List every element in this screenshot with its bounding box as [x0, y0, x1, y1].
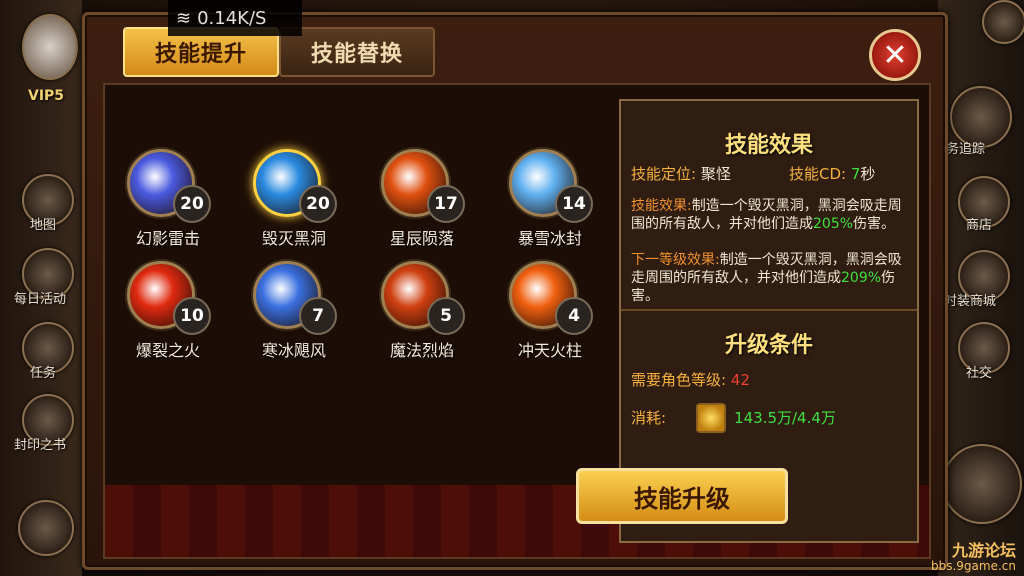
skill-name: 毁灭黑洞	[261, 229, 326, 248]
skill-slot[interactable]: 17 星辰陨落	[377, 145, 487, 255]
hud-label-fashion: 时装商城	[944, 294, 997, 309]
hud-label-daily: 每日活动	[14, 292, 67, 307]
cd-unit: 秒	[860, 165, 876, 183]
skill-name: 冲天火柱	[517, 341, 582, 360]
skill-slot[interactable]: 10 爆裂之火	[123, 257, 233, 367]
position-label: 技能定位:	[631, 165, 697, 183]
skill-level-badge: 17	[427, 185, 465, 223]
skill-slot[interactable]: 5 魔法烈焰	[377, 257, 487, 367]
skill-name: 暴雪冰封	[517, 229, 582, 248]
skill-position-row: 技能定位: 聚怪 技能CD: 7秒	[631, 165, 907, 183]
skill-slot[interactable]: 4 冲天火柱	[505, 257, 615, 367]
upgrade-title: 升级条件	[724, 333, 813, 358]
network-speed: 0.14K/S	[197, 7, 267, 29]
skill-slot[interactable]: 14 暴雪冰封	[505, 145, 615, 255]
watermark-url: bbs.9game.cn	[931, 559, 1016, 573]
skill-level-badge: 14	[555, 185, 593, 223]
effect-label: 技能效果:	[631, 198, 692, 214]
section-divider	[621, 309, 917, 311]
cd-value: 7	[850, 165, 861, 183]
skill-slot[interactable]: 20 幻影雷击	[123, 145, 233, 255]
next-percent: 209%	[841, 270, 882, 286]
cost-row: 消耗: 143.5万/4.4万	[631, 403, 907, 433]
forum-watermark: 九游论坛 bbs.9game.cn	[931, 541, 1016, 573]
skill-slot[interactable]: 7 寒冰飓风	[249, 257, 359, 367]
skill-name: 幻影雷击	[135, 229, 200, 248]
effect-text-end: 伤害。	[853, 216, 896, 232]
tab-skill-replace[interactable]: 技能替换	[279, 27, 435, 77]
effect-percent: 205%	[813, 216, 854, 232]
level-requirement: 需要角色等级: 42	[631, 371, 907, 389]
skill-name: 星辰陨落	[389, 229, 454, 248]
effect-description: 技能效果:制造一个毁灭黑洞，黑洞会吸走周围的所有敌人，并对他们造成205%伤害。	[631, 197, 907, 233]
hud-label-seal: 封印之书	[14, 438, 67, 453]
chat-icon[interactable]	[18, 500, 74, 556]
right-hud: 务追踪 商店 时装商城 社交	[938, 0, 1024, 576]
left-hud: VIP5 地图 每日活动 任务 封印之书	[0, 0, 82, 576]
cost-value: 143.5万/4.4万	[734, 409, 836, 427]
level-req-value: 42	[730, 371, 750, 389]
wifi-icon: ≋	[176, 7, 192, 29]
next-label: 下一等级效果:	[631, 252, 720, 268]
skill-name: 爆裂之火	[135, 341, 200, 360]
hud-label-social: 社交	[966, 366, 993, 381]
next-level-description: 下一等级效果:制造一个毁灭黑洞，黑洞会吸走周围的所有敌人，并对他们造成209%伤…	[631, 251, 907, 305]
level-req-label: 需要角色等级:	[631, 371, 727, 389]
vip-badge: VIP5	[28, 88, 65, 104]
skill-level-badge: 7	[299, 297, 337, 335]
skill-panel: 技能提升 技能替换 ✕ 20 幻影雷击 20 毁灭黑洞 17 星辰陨落 14 暴…	[82, 12, 948, 570]
settings-gear-icon[interactable]	[982, 0, 1024, 44]
skill-level-badge: 20	[173, 185, 211, 223]
hud-label-tracker: 务追踪	[946, 142, 986, 157]
watermark-title: 九游论坛	[951, 541, 1016, 560]
hud-label-quest: 任务	[30, 366, 57, 381]
skill-level-badge: 5	[427, 297, 465, 335]
player-avatar[interactable]	[22, 14, 78, 80]
skill-name: 魔法烈焰	[389, 341, 454, 360]
hud-label-map: 地图	[30, 218, 57, 233]
status-bar: ≋ 0.14K/S	[168, 0, 302, 36]
cd-label: 技能CD:	[789, 165, 847, 183]
skill-level-badge: 20	[299, 185, 337, 223]
cost-label: 消耗:	[631, 409, 667, 427]
skill-upgrade-button[interactable]: 技能升级	[576, 468, 788, 524]
close-icon: ✕	[882, 37, 908, 73]
hud-label-shop: 商店	[966, 218, 993, 233]
close-button[interactable]: ✕	[869, 29, 921, 81]
attack-button[interactable]	[942, 444, 1022, 524]
skill-name: 寒冰飓风	[261, 341, 326, 360]
gold-coin-icon	[696, 403, 727, 433]
effect-title: 技能效果	[724, 133, 813, 158]
skill-level-badge: 10	[173, 297, 211, 335]
skill-slot-selected[interactable]: 20 毁灭黑洞	[249, 145, 359, 255]
position-value: 聚怪	[700, 165, 731, 183]
skill-level-badge: 4	[555, 297, 593, 335]
